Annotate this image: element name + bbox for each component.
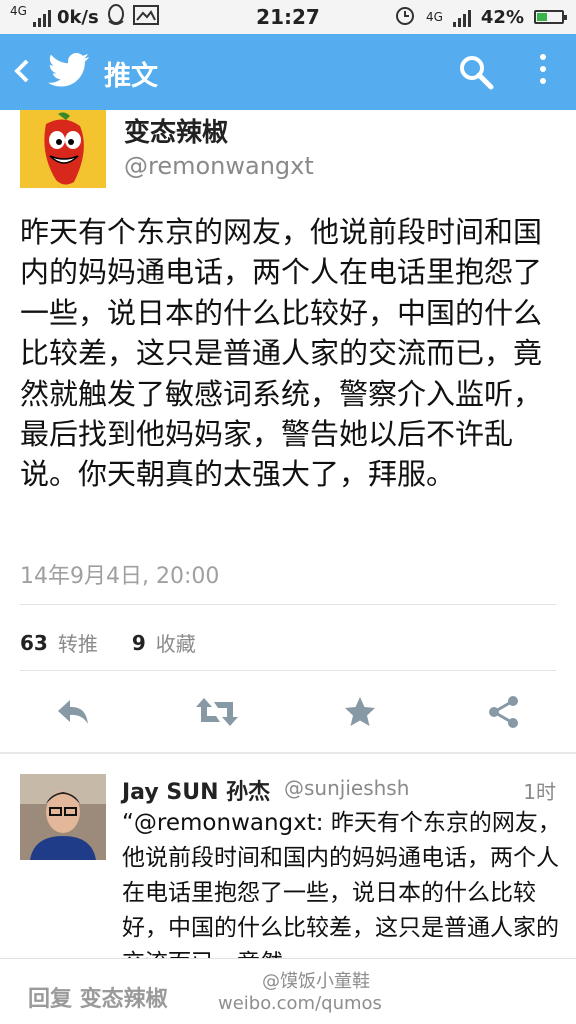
author-avatar[interactable]: [20, 110, 106, 188]
section-separator: [0, 752, 576, 754]
favorite-button[interactable]: [342, 694, 378, 734]
tweet-stats: 63 转推 9 收藏: [20, 628, 196, 657]
retweet-button[interactable]: [194, 694, 240, 734]
divider: [20, 604, 556, 605]
author-name[interactable]: 变态辣椒: [124, 112, 228, 149]
status-bar: 4G 0k/s 21:27 4G 42%: [0, 0, 576, 34]
retweet-count[interactable]: 63: [20, 631, 48, 655]
back-button[interactable]: [12, 56, 32, 92]
more-dot: [540, 66, 546, 72]
alarm-icon: [394, 4, 416, 31]
share-icon: [489, 696, 518, 728]
chili-pepper-avatar-icon: [20, 110, 106, 188]
tweet-actions: [0, 694, 576, 738]
tweet-text: 昨天有个东京的网友，他说前段时间和国内的妈妈通电话，两个人在电话里抱怨了一些，说…: [20, 215, 543, 492]
favorite-count[interactable]: 9: [132, 631, 146, 655]
overflow-menu-button[interactable]: [540, 54, 546, 84]
more-dot: [540, 78, 546, 84]
divider: [20, 670, 556, 671]
twitter-logo-icon[interactable]: [48, 52, 90, 92]
reply-text: “@remonwangxt: 昨天有个东京的网友，他说前段时间和国内的妈妈通电话…: [122, 810, 561, 958]
reply-bar: 回复 变态辣椒 @馍饭小童鞋 weibo.com/qumos: [0, 958, 576, 1024]
battery-icon: [534, 10, 567, 24]
reply-author-avatar[interactable]: [20, 774, 106, 860]
page-title: 推文: [104, 61, 158, 92]
status-right: 4G 42%: [394, 0, 567, 34]
reply-author-name[interactable]: Jay SUN 孙杰: [122, 774, 270, 806]
retweet-label[interactable]: 转推: [58, 628, 98, 657]
chevron-left-icon: [14, 59, 29, 83]
signal-icon-right: [452, 7, 471, 27]
retweet-icon: [196, 698, 238, 726]
app-bar: 推文: [0, 34, 576, 110]
network-type-right: 4G: [425, 10, 443, 24]
watermark-handle: @馍饭小童鞋: [262, 971, 370, 992]
tweet-timestamp: 14年9月4日, 20:00: [20, 564, 220, 589]
reply-time: 1时: [523, 780, 556, 804]
reply-button[interactable]: [54, 694, 92, 734]
reply-icon: [58, 700, 88, 724]
watermark: @馍饭小童鞋 weibo.com/qumos: [218, 971, 382, 1015]
person-photo-icon: [20, 774, 106, 860]
favorite-label[interactable]: 收藏: [156, 628, 196, 657]
author-handle[interactable]: @remonwangxt: [124, 152, 314, 180]
share-button[interactable]: [486, 694, 522, 734]
reply-author-handle[interactable]: @sunjieshsh: [284, 776, 409, 800]
search-icon: [460, 56, 494, 90]
more-dot: [540, 54, 546, 60]
reply-input[interactable]: 回复 变态辣椒: [28, 981, 168, 1013]
search-button[interactable]: [458, 54, 494, 94]
watermark-url: weibo.com/qumos: [218, 993, 382, 1014]
star-icon: [345, 697, 375, 726]
battery-percent: 42%: [480, 6, 524, 28]
